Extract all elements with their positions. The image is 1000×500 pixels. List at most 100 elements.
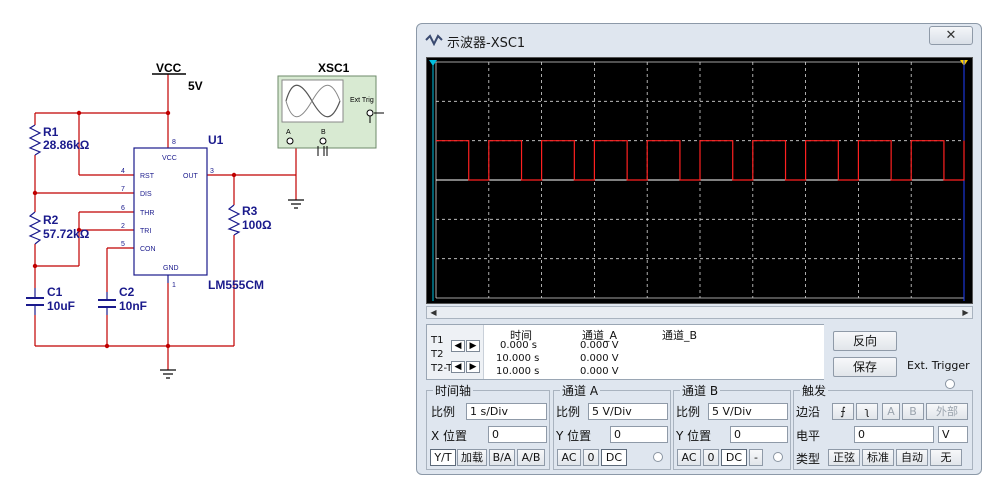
scroll-left-icon[interactable]: ◀: [428, 308, 439, 317]
channel-a-ypos-field[interactable]: 0: [610, 426, 668, 443]
rising-edge-icon[interactable]: ⨍: [832, 403, 854, 420]
channel-a-title: 通道 A: [560, 382, 601, 399]
r3-name: R3: [242, 204, 258, 218]
channel-b-minus-button[interactable]: -: [749, 449, 763, 466]
channel-b-ypos-label: Y 位置: [676, 429, 712, 443]
header-channel-b: 通道_B: [662, 329, 698, 342]
reverse-button[interactable]: 反向: [833, 331, 897, 351]
close-button[interactable]: ✕: [929, 26, 973, 45]
waveform-display: [429, 60, 968, 301]
t2-right-arrow-icon[interactable]: ▶: [466, 361, 480, 373]
trigger-edge-label: 边沿: [796, 405, 821, 419]
readout-table: 时间 通道_A 通道_B 0.000 s 0.000 V 10.000 s 0.…: [483, 325, 824, 379]
horizontal-scrollbar[interactable]: ◀ ▶: [426, 306, 973, 319]
window-title: 示波器-XSC1: [447, 36, 526, 51]
mode-add-button[interactable]: 加载: [457, 449, 487, 466]
trigger-level-field[interactable]: 0: [854, 426, 934, 443]
trigger-source-b-button[interactable]: B: [902, 403, 924, 420]
channel-a-ypos-label: Y 位置: [556, 429, 592, 443]
r2-name: R2: [43, 213, 59, 227]
ext-trigger-terminal[interactable]: [945, 379, 955, 389]
channel-a-zero-button[interactable]: 0: [583, 449, 599, 466]
cursor-readout-panel: T1 T2 T2-T1 ◀ ▶ ◀ ▶ 时间 通道_A 通道_B 0.000 s 0…: [426, 324, 824, 380]
svg-text:RST: RST: [140, 173, 155, 180]
channel-a-trace: [436, 140, 965, 181]
timebase-title: 时间轴: [433, 382, 474, 399]
svg-text:7: 7: [121, 186, 125, 193]
mode-ab-button[interactable]: A/B: [517, 449, 545, 466]
falling-edge-icon[interactable]: ʅ: [856, 403, 878, 420]
trigger-title: 触发: [800, 382, 829, 399]
row-t2-time: 10.000 s: [496, 353, 540, 364]
svg-text:8: 8: [172, 139, 176, 146]
svg-text:GND: GND: [163, 265, 179, 272]
channel-b-terminal[interactable]: [773, 452, 783, 462]
channel-b-dc-button[interactable]: DC: [721, 449, 747, 466]
oscilloscope-app-icon: [425, 34, 443, 46]
svg-text:DIS: DIS: [140, 191, 152, 198]
svg-text:A: A: [286, 129, 291, 136]
oscilloscope-xsc1[interactable]: Ext Trig A B: [277, 75, 384, 156]
r1-value: 28.86kΩ: [43, 138, 90, 152]
r1-name: R1: [43, 125, 59, 139]
svg-text:2: 2: [121, 223, 125, 230]
svg-text:5: 5: [121, 241, 125, 248]
channel-a-scale-field[interactable]: 5 V/Div: [588, 403, 668, 420]
r1-resistor: [28, 124, 42, 156]
trigger-normal-button[interactable]: 标准: [862, 449, 894, 466]
vcc-label: VCC: [156, 61, 182, 75]
channel-b-scale-field[interactable]: 5 V/Div: [708, 403, 788, 420]
trigger-source-ext-button[interactable]: 外部: [926, 403, 968, 420]
svg-text:THR: THR: [140, 210, 154, 217]
channel-a-scale-label: 比例: [556, 405, 581, 419]
t1-right-arrow-icon[interactable]: ▶: [466, 340, 480, 352]
timebase-scale-label: 比例: [431, 405, 456, 419]
trigger-sine-button[interactable]: 正弦: [828, 449, 860, 466]
row-t2-cha: 0.000 V: [580, 353, 619, 364]
channel-b-scale-label: 比例: [676, 405, 701, 419]
channel-b-title: 通道 B: [680, 382, 721, 399]
ground-symbol: [160, 369, 176, 379]
svg-text:Ext Trig: Ext Trig: [350, 97, 374, 104]
t1-left-arrow-icon[interactable]: ◀: [451, 340, 465, 352]
trigger-none-button[interactable]: 无: [930, 449, 962, 466]
c2-capacitor: [98, 299, 116, 308]
scope-ground-symbol: [288, 199, 304, 209]
title-bar[interactable]: 示波器-XSC1 ✕: [417, 24, 981, 54]
trigger-level-label: 电平: [796, 429, 821, 443]
r3-value: 100Ω: [242, 218, 272, 232]
ext-trigger-label: Ext. Trigger: [907, 359, 970, 372]
trigger-type-label: 类型: [796, 452, 821, 466]
c2-name: C2: [119, 285, 135, 299]
trigger-source-a-button[interactable]: A: [882, 403, 900, 420]
svg-text:4: 4: [121, 168, 125, 175]
oscilloscope-screen[interactable]: [426, 57, 973, 304]
svg-text:B: B: [321, 129, 326, 136]
channel-b-ac-button[interactable]: AC: [677, 449, 701, 466]
channel-b-zero-button[interactable]: 0: [703, 449, 719, 466]
u1-part: LM555CM: [208, 278, 264, 292]
vcc-value: 5V: [188, 79, 203, 93]
mode-yt-button[interactable]: Y/T: [430, 449, 456, 466]
channel-a-terminal[interactable]: [653, 452, 663, 462]
close-icon: ✕: [945, 28, 957, 43]
c2-value: 10nF: [119, 299, 147, 313]
save-button[interactable]: 保存: [833, 357, 897, 377]
svg-text:CON: CON: [140, 246, 156, 253]
channel-a-ac-button[interactable]: AC: [557, 449, 581, 466]
x-position-field[interactable]: 0: [488, 426, 547, 443]
trigger-auto-button[interactable]: 自动: [896, 449, 928, 466]
r2-value: 57.72kΩ: [43, 227, 90, 241]
circuit-schematic: VCC 5V R1 28.86kΩ R2 57.72kΩ R3 100Ω C1 …: [26, 61, 384, 379]
timebase-scale-field[interactable]: 1 s/Div: [466, 403, 547, 420]
c1-value: 10uF: [47, 299, 75, 313]
channel-a-dc-button[interactable]: DC: [601, 449, 627, 466]
svg-text:OUT: OUT: [183, 173, 199, 180]
t2-left-arrow-icon[interactable]: ◀: [451, 361, 465, 373]
mode-ba-button[interactable]: B/A: [489, 449, 515, 466]
trigger-level-unit[interactable]: V: [938, 426, 968, 443]
row-t1-time: 0.000 s: [500, 340, 538, 351]
row-t1-cha: 0.000 V: [580, 340, 619, 351]
scroll-right-icon[interactable]: ▶: [960, 308, 971, 317]
channel-b-ypos-field[interactable]: 0: [730, 426, 788, 443]
